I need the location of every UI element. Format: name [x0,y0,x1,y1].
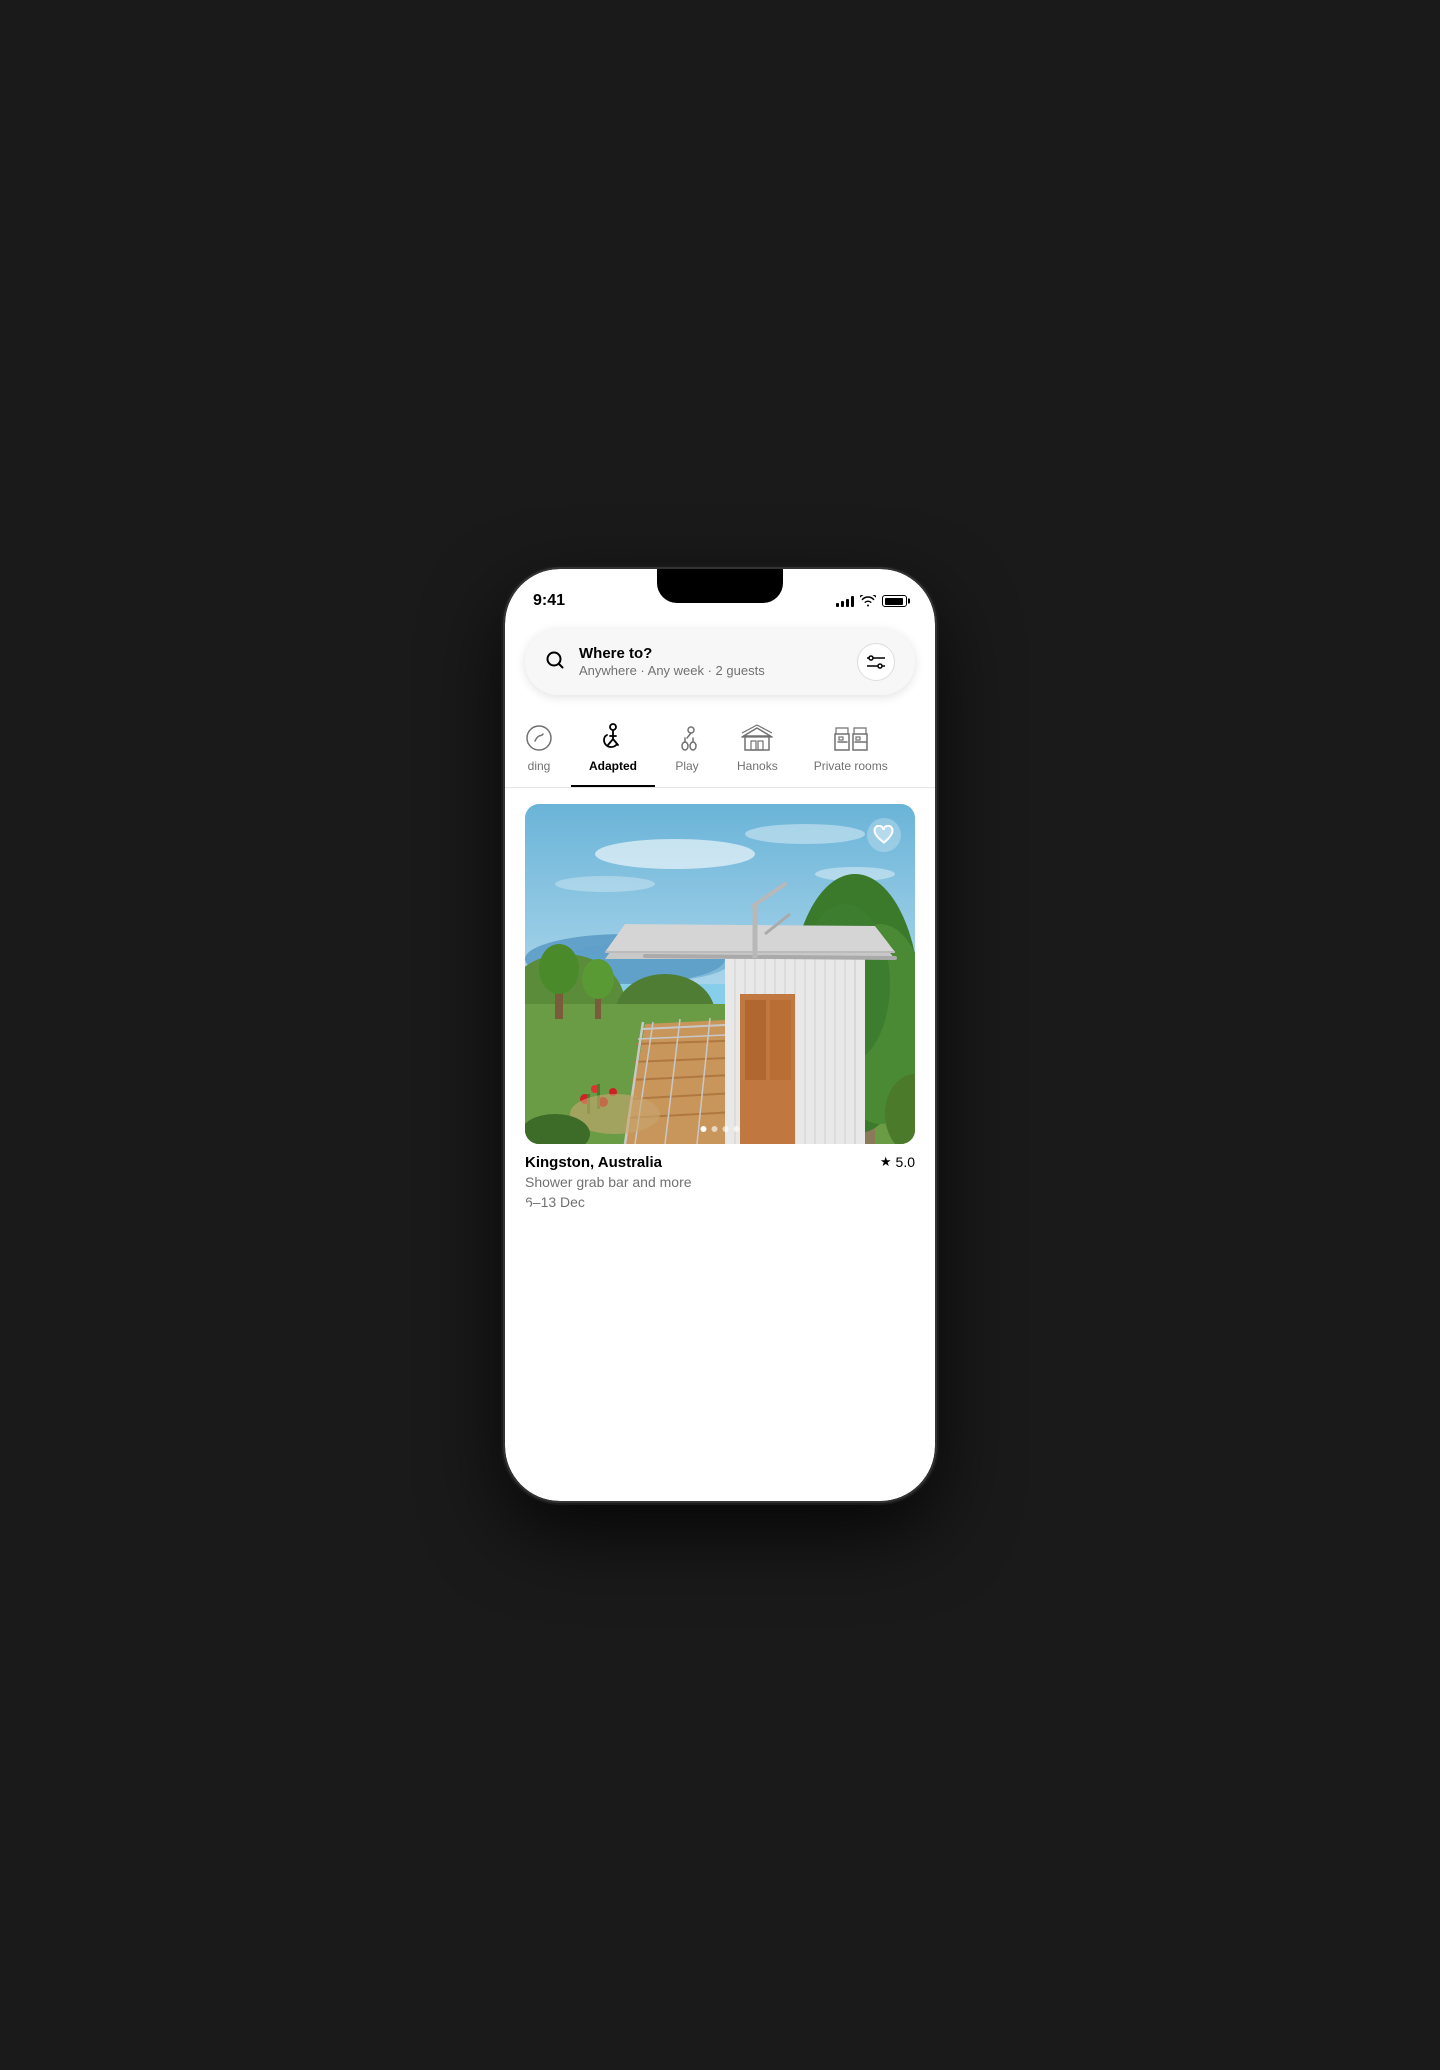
image-dots [701,1126,740,1132]
trending-label: ding [528,759,551,773]
private-rooms-label: Private rooms [814,759,888,773]
wifi-icon [860,595,876,607]
hanoks-label: Hanoks [737,759,778,773]
search-subtitle: Anywhere · Any week · 2 guests [579,663,843,680]
category-item-trending[interactable]: ding [525,715,571,787]
content: Where to? Anywhere · Any week · 2 guests [505,619,935,1210]
search-bar[interactable]: Where to? Anywhere · Any week · 2 guests [525,629,915,695]
category-item-private-rooms[interactable]: Private rooms [796,715,906,787]
battery-icon [882,595,907,607]
search-title: Where to? [579,645,843,663]
listing-image [525,804,915,1144]
star-icon: ★ [880,1154,892,1170]
play-label: Play [675,759,698,773]
category-item-hanoks[interactable]: Hanoks [719,715,796,787]
category-item-adapted[interactable]: Adapted [571,715,655,787]
listing-section: Kingston, Australia ★ 5.0 Shower grab ba… [525,788,915,1210]
adapted-label: Adapted [589,759,637,773]
dot-1 [701,1126,707,1132]
dot-4 [734,1126,740,1132]
search-text: Where to? Anywhere · Any week · 2 guests [579,645,843,680]
listing-info: Kingston, Australia ★ 5.0 Shower grab ba… [525,1144,915,1210]
status-time: 9:41 [533,592,565,610]
filter-button[interactable] [857,643,895,681]
listing-header: Kingston, Australia ★ 5.0 [525,1154,915,1171]
listing-description: Shower grab bar and more [525,1173,915,1193]
signal-icon [836,595,854,607]
category-item-play[interactable]: Play [655,715,719,787]
listing-rating: ★ 5.0 [880,1154,915,1170]
hanoks-icon [741,723,773,753]
adapted-icon [599,723,627,753]
search-icon [545,650,565,675]
phone-frame: 9:41 [505,569,935,1501]
heart-icon [873,825,895,845]
private-rooms-icon [833,723,869,753]
notch [657,569,783,603]
dot-2 [712,1126,718,1132]
trending-icon [525,723,553,753]
listing-card[interactable]: Kingston, Australia ★ 5.0 Shower grab ba… [525,804,915,1210]
favorite-button[interactable] [867,818,901,852]
categories: ding Adapted [505,715,935,787]
listing-location: Kingston, Australia [525,1154,662,1171]
dot-3 [723,1126,729,1132]
play-icon [673,723,701,753]
listing-dates: 6–13 Dec [525,1194,915,1210]
rating-value: 5.0 [896,1154,915,1170]
phone-screen: 9:41 [505,569,935,1501]
status-icons [836,595,907,607]
